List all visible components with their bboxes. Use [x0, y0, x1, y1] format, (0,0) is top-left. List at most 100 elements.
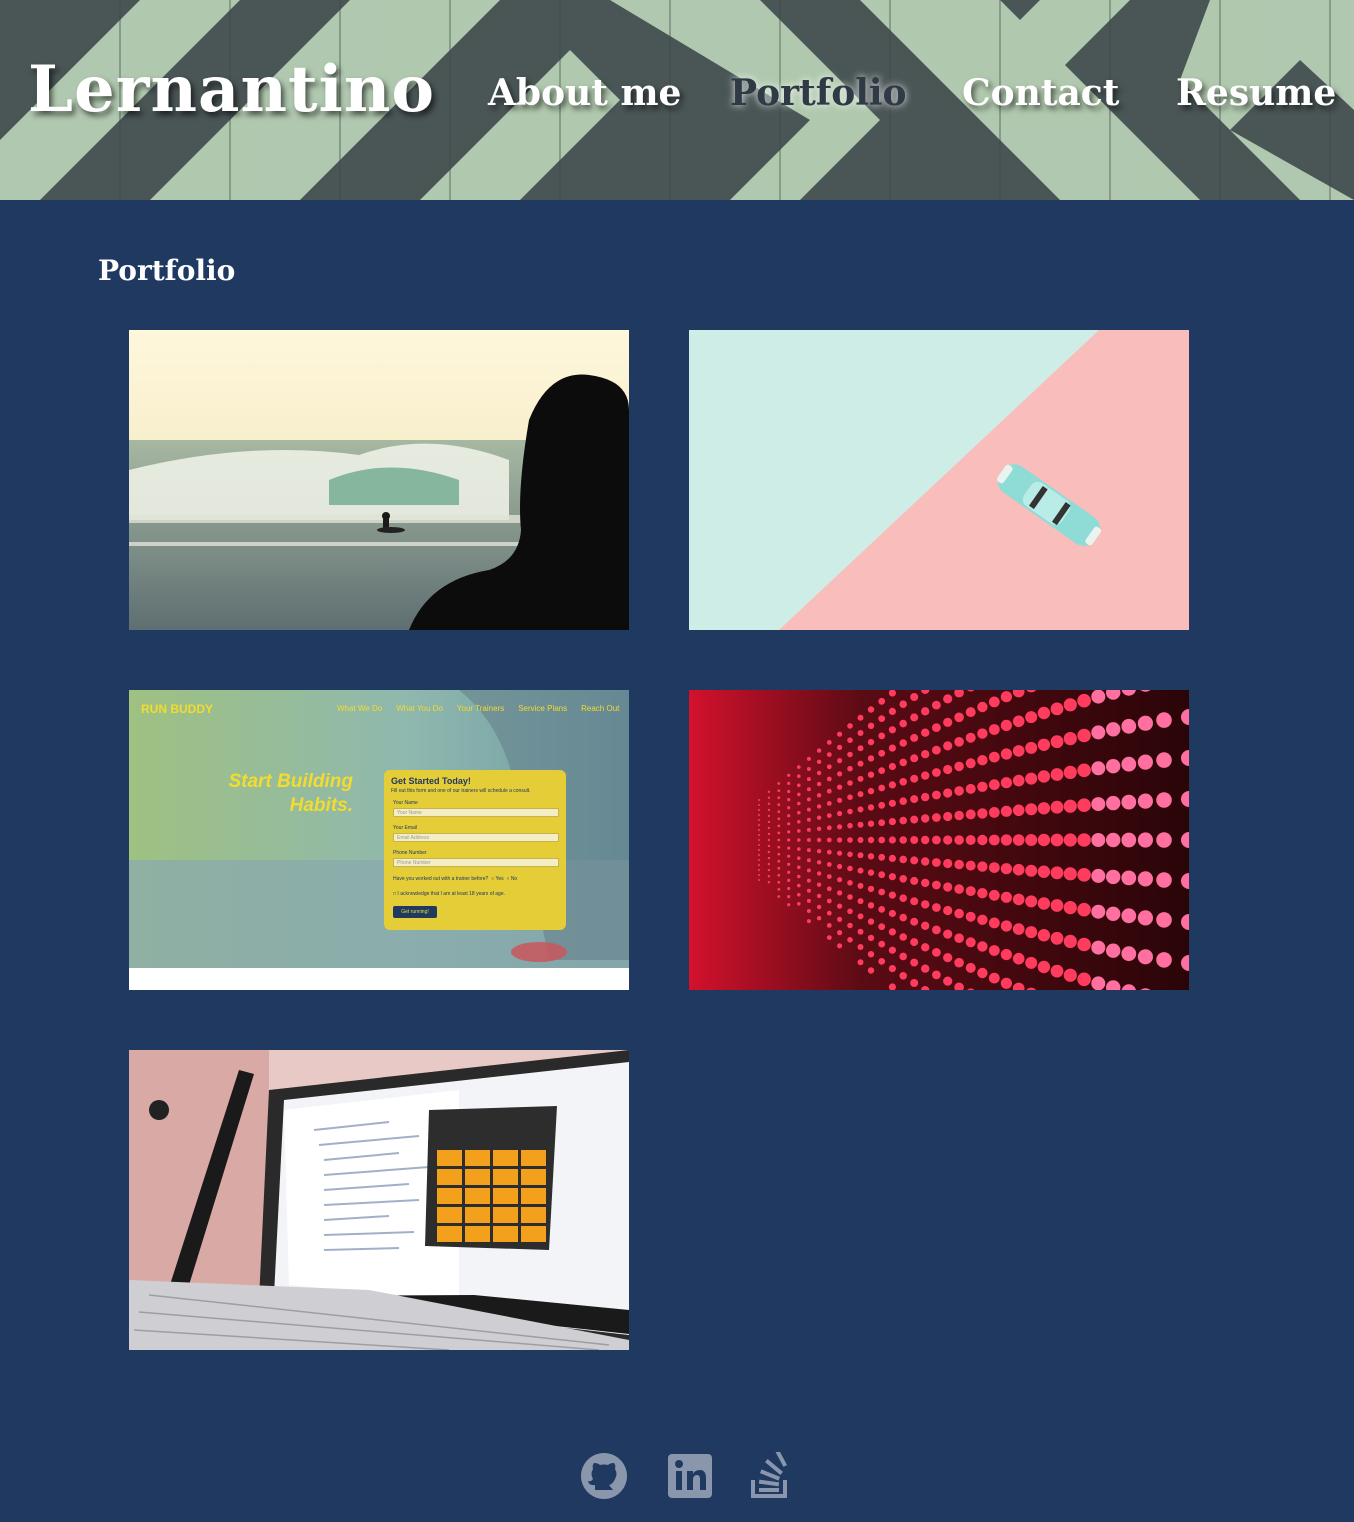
- led-dot: [758, 864, 760, 866]
- led-dot: [988, 834, 1000, 846]
- led-dot: [767, 856, 771, 860]
- led-dot: [988, 751, 1000, 763]
- run-buddy-nav-item: Your Trainers: [456, 704, 505, 713]
- led-dot: [867, 820, 875, 827]
- linkedin-icon[interactable]: [666, 1452, 716, 1500]
- led-dot: [758, 834, 760, 836]
- github-icon[interactable]: [579, 1452, 629, 1500]
- led-dot: [1121, 946, 1137, 962]
- calculator-key: [465, 1207, 490, 1223]
- led-dot: [888, 873, 896, 881]
- led-dot: [816, 759, 822, 764]
- nav-about-me[interactable]: About me: [488, 72, 681, 114]
- led-dot: [767, 832, 771, 836]
- run-buddy-nav-item: Service Plans: [518, 704, 568, 713]
- led-dot: [921, 728, 930, 737]
- calculator-key: [437, 1169, 462, 1185]
- led-dot: [899, 913, 907, 922]
- led-dot: [954, 884, 964, 894]
- run-buddy-form-title: Get Started Today!: [391, 776, 471, 786]
- led-dot: [787, 878, 791, 882]
- led-dot: [806, 898, 811, 903]
- led-dot: [867, 771, 875, 778]
- led-dot: [816, 904, 822, 910]
- led-dot: [1063, 799, 1077, 813]
- led-dot: [1077, 868, 1091, 882]
- led-dot: [797, 847, 801, 851]
- led-dot: [910, 733, 919, 742]
- calculator-key: [521, 1207, 546, 1223]
- led-dot: [1012, 923, 1025, 935]
- run-buddy-headline-line: Habits.: [289, 795, 353, 816]
- led-dot: [1050, 702, 1064, 716]
- led-dot: [988, 807, 1000, 818]
- led-dot: [847, 922, 853, 929]
- led-dot: [1050, 833, 1064, 847]
- led-dot: [867, 902, 875, 909]
- led-dot: [1025, 772, 1038, 785]
- portfolio-heading: Portfolio: [98, 254, 236, 287]
- led-dot: [847, 723, 853, 729]
- led-dot: [857, 898, 864, 905]
- led-dot: [767, 826, 771, 830]
- led-dot: [777, 782, 781, 785]
- led-dot: [837, 943, 843, 949]
- led-dot: [816, 793, 822, 798]
- run-buddy-headline-line: Start Building: [228, 771, 353, 792]
- site-logo[interactable]: Lernantino: [28, 52, 435, 127]
- nav-resume[interactable]: Resume: [1176, 72, 1336, 114]
- stackoverflow-icon[interactable]: [748, 1449, 798, 1500]
- led-dot: [1000, 748, 1012, 760]
- portfolio-item-run-buddy[interactable]: RUN BUDDY What We Do What You Do Your Tr…: [129, 690, 629, 990]
- led-dot: [932, 903, 941, 912]
- led-dot: [826, 935, 832, 940]
- led-dot: [867, 918, 875, 925]
- led-dot: [977, 914, 988, 925]
- calculator-key: [521, 1226, 546, 1242]
- nav-contact[interactable]: Contact: [962, 72, 1119, 114]
- led-dot: [1137, 832, 1153, 848]
- led-dot: [977, 701, 988, 713]
- led-dot: [867, 836, 875, 844]
- portfolio-item-led[interactable]: [689, 690, 1189, 990]
- led-dot: [787, 798, 791, 802]
- led-dot: [1077, 902, 1091, 917]
- led-dot: [910, 979, 919, 987]
- calculator-key: [493, 1150, 518, 1166]
- portfolio-item-surf[interactable]: [129, 330, 629, 630]
- led-dot: [965, 758, 976, 769]
- portfolio-item-car[interactable]: [689, 330, 1189, 630]
- led-dot: [857, 944, 864, 950]
- led-dot: [758, 879, 760, 881]
- portfolio-item-calculator[interactable]: [129, 1050, 629, 1350]
- led-dot: [977, 781, 988, 792]
- led-dot: [837, 930, 843, 936]
- run-buddy-nav-item: What We Do: [337, 704, 383, 713]
- nav-portfolio[interactable]: Portfolio: [730, 72, 907, 114]
- calculator-key: [437, 1207, 462, 1223]
- led-dot: [932, 700, 941, 710]
- led-dot: [988, 945, 1000, 956]
- led-dot: [767, 838, 771, 842]
- github-icon-glyph: [581, 1453, 627, 1499]
- led-dot: [797, 765, 801, 769]
- led-dot: [888, 891, 896, 899]
- led-dot: [888, 946, 896, 954]
- led-dot: [837, 850, 843, 856]
- led-dot: [816, 770, 822, 776]
- led-dot: [954, 957, 964, 968]
- led-dot: [1050, 931, 1064, 945]
- led-dot: [932, 745, 941, 755]
- led-dot: [888, 909, 896, 918]
- led-dot: [806, 848, 811, 853]
- led-dot: [888, 726, 896, 734]
- led-dot: [867, 885, 875, 893]
- led-dot: [857, 714, 864, 721]
- led-dot: [797, 856, 801, 860]
- led-dot: [816, 849, 822, 854]
- led-dot: [797, 892, 801, 897]
- led-dot: [837, 837, 843, 843]
- led-dot: [1000, 920, 1012, 932]
- led-dot: [777, 838, 781, 842]
- led-dot: [965, 911, 976, 922]
